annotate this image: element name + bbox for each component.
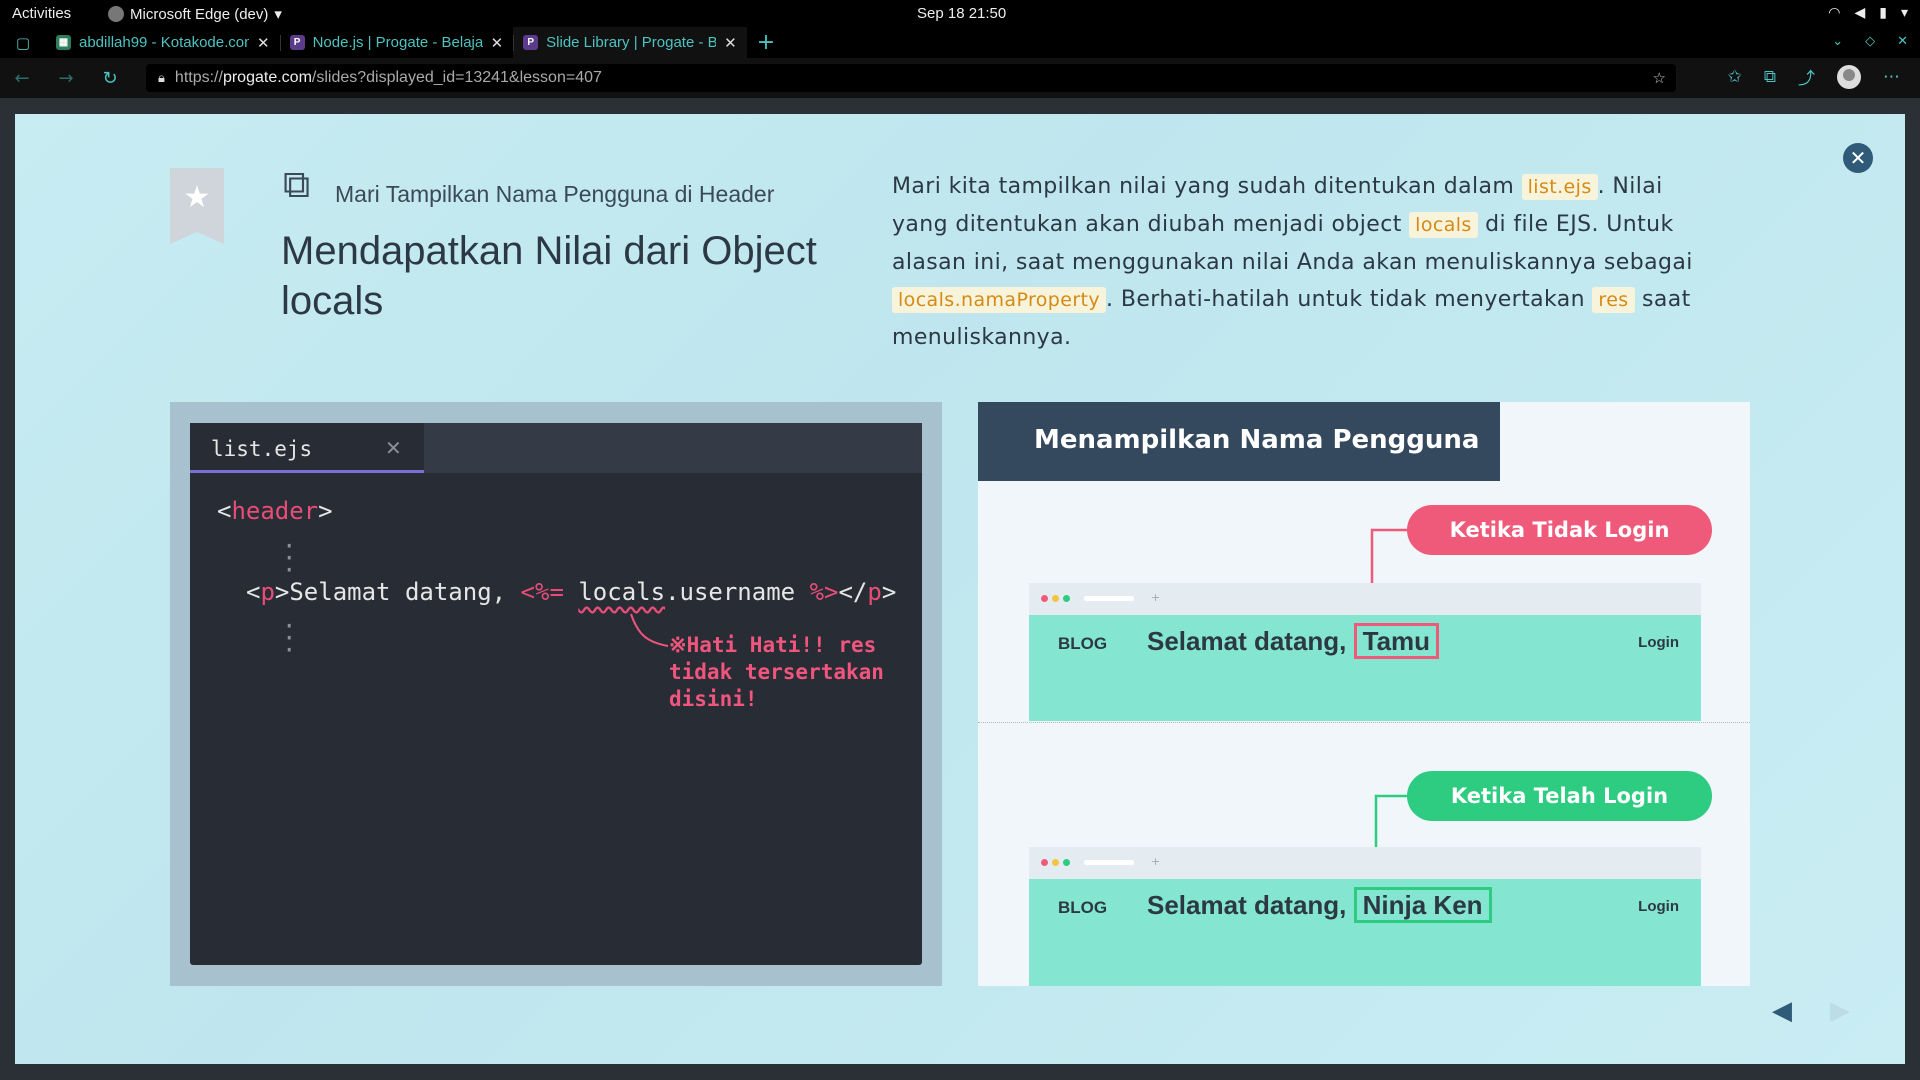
share-icon[interactable]: ⤴ — [1798, 64, 1815, 89]
close-tab-icon[interactable]: ✕ — [724, 34, 737, 52]
close-window-icon[interactable]: ✕ — [1897, 34, 1908, 49]
star-icon: ★ — [183, 180, 211, 215]
next-slide-icon[interactable]: ▶ — [1830, 996, 1850, 1026]
tab-strip: ▢ ▦ abdillah99 - Kotakode.com ✕ P Node.j… — [0, 27, 1920, 58]
external-link-icon: ⧉ — [283, 162, 311, 206]
progate-icon: P — [289, 35, 305, 50]
code-locals: locals — [1409, 212, 1478, 238]
blog-logo: BLOG — [1058, 634, 1108, 653]
slide-title: Mendapatkan Nilai dari Object locals — [281, 229, 817, 323]
slide-subtitle: Mari Tampilkan Nama Pengguna di Header — [335, 181, 775, 207]
browser-toolbar-icons: ✩ ⧉ ⤴ ⋯ — [1728, 64, 1900, 89]
illustration-heading: Menampilkan Nama Pengguna — [978, 402, 1500, 481]
url-text[interactable]: https://progate.com/slides?displayed_id=… — [175, 69, 602, 87]
code-line-greeting: <p>Selamat datang, <%= locals.username %… — [246, 578, 897, 606]
close-slide-button[interactable]: ✕ — [1843, 143, 1873, 173]
wifi-icon: ◠ — [1828, 4, 1841, 20]
system-tray[interactable]: ◠ ◀ ▮ ▾ — [1828, 4, 1908, 21]
collections-icon[interactable]: ⧉ — [1764, 67, 1776, 87]
close-icon: ✕ — [385, 436, 402, 460]
ellipsis-dots: · · · — [282, 612, 297, 664]
lock-icon[interactable]: 🔒︎ — [158, 71, 165, 86]
battery-icon: ▮ — [1879, 4, 1887, 20]
login-link: Login — [1638, 898, 1679, 915]
app-menu[interactable]: Microsoft Edge (dev) ▾ — [108, 5, 282, 23]
more-icon[interactable]: ⋯ — [1883, 67, 1900, 87]
back-icon[interactable]: ← — [0, 68, 44, 89]
caret-down-icon: ▾ — [274, 6, 282, 23]
user-name: Ninja Ken — [1353, 887, 1492, 923]
tab-strip-controls: ⌄ ◇ ✕ — [1832, 34, 1908, 49]
favorites-icon[interactable]: ✩ — [1728, 67, 1742, 87]
ellipsis-dots: · · · — [282, 532, 297, 584]
tab-nodejs[interactable]: P Node.js | Progate - Belajar ✕ — [279, 27, 514, 58]
tab-actions-icon[interactable]: ▢ — [0, 34, 46, 52]
code-line-header: <header> — [217, 497, 333, 525]
activities-button[interactable]: Activities — [12, 5, 71, 22]
tab-title: abdillah99 - Kotakode.com — [79, 34, 249, 51]
edge-app-icon — [108, 6, 124, 22]
profile-avatar[interactable] — [1837, 64, 1861, 89]
preview-logged-in: + BLOG Selamat datang, Ninja Ken Login — [1029, 847, 1701, 986]
app-name: Microsoft Edge (dev) — [130, 5, 269, 23]
code-locals-property: locals.namaProperty — [892, 287, 1107, 313]
close-tab-icon[interactable]: ✕ — [491, 34, 504, 52]
chevron-down-icon: ▾ — [1900, 4, 1908, 20]
mini-browser-bar: + — [1029, 847, 1701, 879]
login-link: Login — [1638, 634, 1679, 651]
divider — [978, 722, 1750, 723]
tab-title: Node.js | Progate - Belajar — [312, 34, 483, 51]
note-pointer-line — [630, 613, 669, 647]
greeting-text: Selamat datang, Ninja Ken — [1147, 887, 1492, 923]
forward-icon[interactable]: → — [44, 68, 88, 89]
tab-list-icon[interactable]: ⌄ — [1832, 34, 1843, 49]
diamond-icon[interactable]: ◇ — [1865, 34, 1875, 49]
reload-icon[interactable]: ↻ — [88, 68, 132, 89]
code-res: res — [1592, 287, 1635, 313]
tab-title: Slide Library | Progate - B — [546, 34, 717, 51]
not-logged-in-label: Ketika Tidak Login — [1407, 505, 1712, 555]
progate-icon: P — [523, 35, 539, 50]
address-bar: ← → ↻ 🔒︎ https://progate.com/slides?disp… — [0, 58, 1920, 98]
tab-kotakode[interactable]: ▦ abdillah99 - Kotakode.com ✕ — [46, 27, 280, 58]
close-tab-icon[interactable]: ✕ — [257, 34, 270, 52]
prev-slide-icon[interactable]: ◀ — [1772, 996, 1792, 1026]
volume-icon: ◀ — [1854, 4, 1866, 20]
add-favorite-icon[interactable]: ☆ — [1653, 69, 1666, 87]
greeting-text: Selamat datang, Tamu — [1147, 623, 1440, 659]
url-field[interactable]: 🔒︎ https://progate.com/slides?displayed_… — [146, 64, 1676, 92]
warning-note: ※Hati Hati!! res tidak tersertakan disini! — [669, 633, 884, 711]
clock[interactable]: Sep 18 21:50 — [917, 5, 1006, 22]
code-list-ejs: list.ejs — [1521, 174, 1598, 200]
system-top-bar: Activities Microsoft Edge (dev) ▾ Sep 18… — [0, 0, 1920, 27]
guest-name: Tamu — [1353, 623, 1440, 659]
preview-not-logged-in: + BLOG Selamat datang, Tamu Login — [1029, 583, 1701, 721]
slide-description: Mari kita tampilkan nilai yang sudah dit… — [892, 174, 1693, 350]
logged-in-label: Ketika Telah Login — [1407, 771, 1712, 821]
blog-logo: BLOG — [1058, 898, 1108, 917]
kotakode-icon: ▦ — [56, 35, 71, 50]
tab-slide-library[interactable]: P Slide Library | Progate - B ✕ — [513, 27, 747, 58]
mini-browser-bar: + — [1029, 583, 1701, 615]
new-tab-icon[interactable]: + — [757, 30, 775, 55]
